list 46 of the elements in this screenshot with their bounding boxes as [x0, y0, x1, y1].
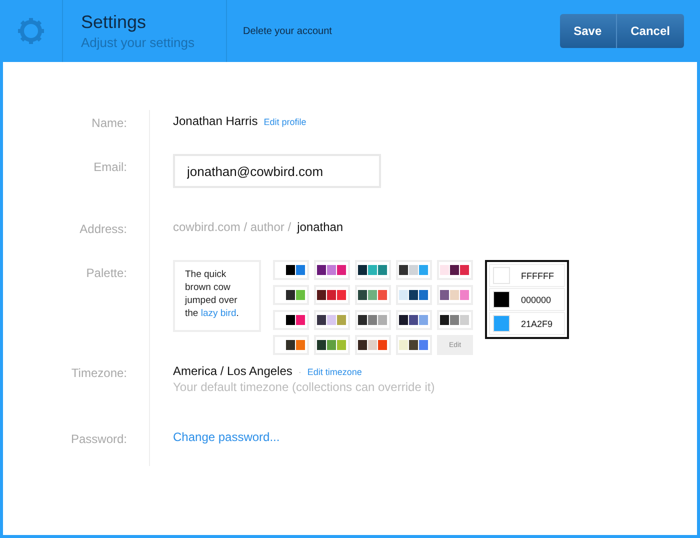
address-prefix: cowbird.com / author / — [173, 220, 292, 234]
palette-swatch[interactable] — [396, 260, 432, 280]
palette-swatch[interactable] — [437, 285, 473, 305]
email-field[interactable]: jonathan@cowbird.com — [173, 154, 381, 188]
hex-value: 21A2F9 — [521, 318, 553, 328]
settings-icon — [15, 15, 47, 47]
address-value: jonathan — [297, 220, 344, 234]
palette-swatch[interactable] — [396, 310, 432, 330]
cancel-button[interactable]: Cancel — [616, 14, 684, 48]
palette-preview: The quick brown cow jumped over the lazy bird. — [173, 260, 261, 332]
field-label: Email: — [92, 159, 127, 176]
palette-swatch[interactable] — [314, 310, 350, 330]
palette-swatch[interactable] — [437, 260, 473, 280]
save-button[interactable]: Save — [560, 14, 616, 48]
palette-swatch[interactable] — [355, 260, 391, 280]
palette-swatch[interactable] — [314, 335, 350, 355]
field-label: Name: — [90, 115, 127, 132]
hex-value: 000000 — [521, 294, 552, 304]
field-label: Password: — [70, 431, 127, 448]
field-label: Palette: — [85, 265, 127, 282]
palette-swatch[interactable] — [314, 285, 350, 305]
page-subtitle: Adjust your settings — [81, 35, 196, 50]
palette-swatch[interactable] — [396, 335, 432, 355]
edit-timezone-link[interactable]: Edit timezone — [307, 367, 362, 377]
separator-dot: · — [298, 367, 302, 377]
palette-swatch[interactable] — [355, 285, 391, 305]
delete-account-link[interactable]: Delete your account — [243, 26, 560, 36]
field-label: Address: — [78, 221, 127, 238]
hex-value: FFFFFF — [521, 270, 554, 280]
edit-profile-link[interactable]: Edit profile — [264, 117, 306, 127]
palette-swatch[interactable] — [355, 335, 391, 355]
palette-swatch[interactable] — [437, 310, 473, 330]
palette-swatch[interactable] — [273, 310, 309, 330]
palette-swatch[interactable] — [273, 335, 309, 355]
name-value: Jonathan Harris — [173, 114, 258, 128]
palette-swatch[interactable] — [273, 285, 309, 305]
palette-swatch[interactable] — [396, 285, 432, 305]
timezone-hint: Your default timezone (collections can override it) — [173, 380, 436, 394]
timezone-value: America / Los Angeles — [173, 364, 292, 378]
palette-swatch[interactable] — [355, 310, 391, 330]
field-label: Timezone: — [70, 365, 127, 382]
page-title: Settings — [81, 12, 148, 33]
palette-swatch[interactable] — [273, 260, 309, 280]
lazy-bird-link[interactable]: lazy bird — [200, 308, 236, 319]
palette-swatch[interactable] — [314, 260, 350, 280]
change-password-link[interactable]: Change password... — [173, 426, 697, 444]
